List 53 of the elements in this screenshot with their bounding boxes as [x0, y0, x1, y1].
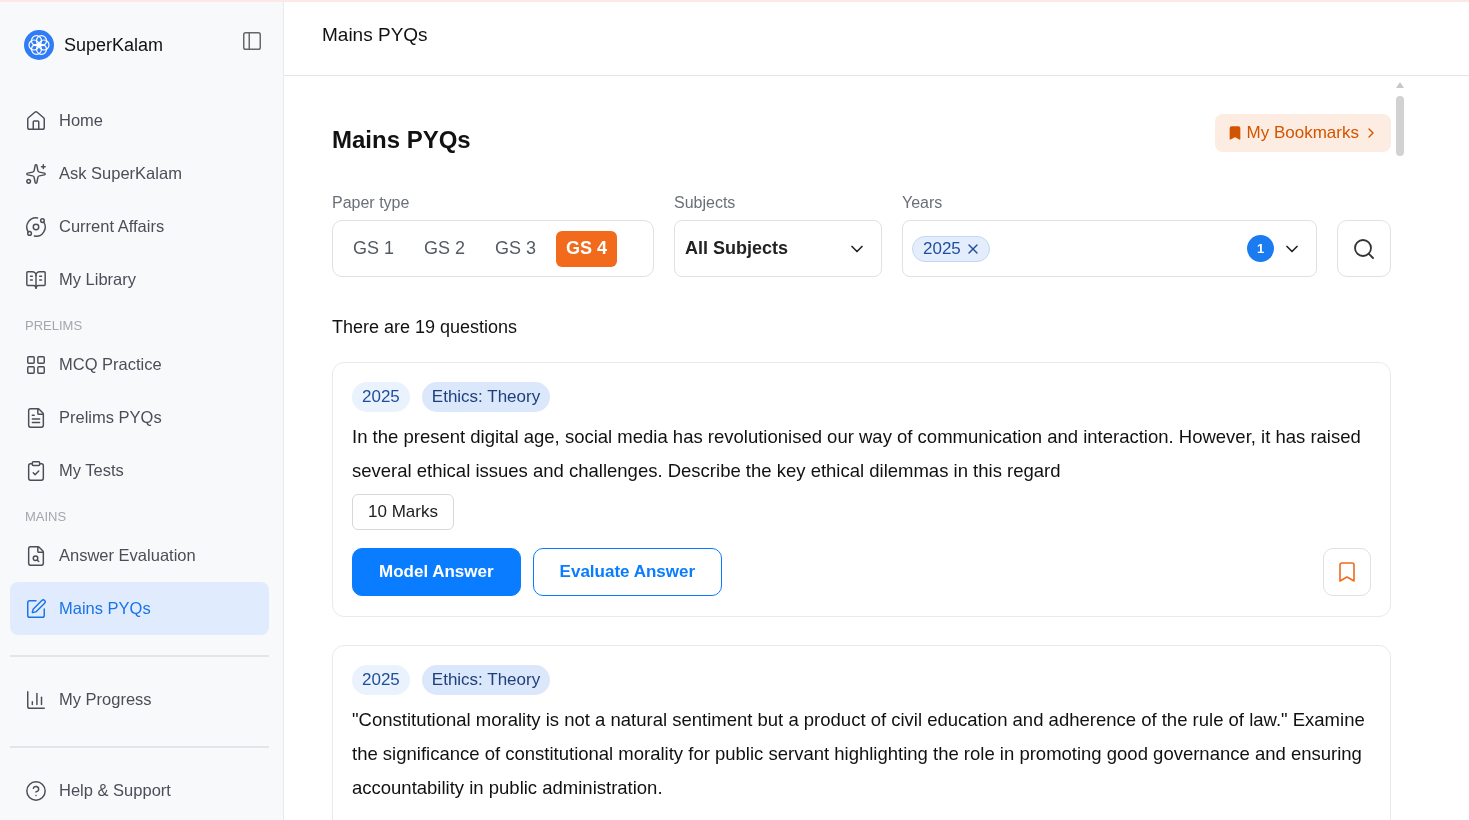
paper-type-option[interactable]: GS 3: [485, 230, 547, 267]
clipboard-check-icon: [25, 459, 47, 482]
sidebar-toggle-icon[interactable]: [241, 30, 263, 52]
year-tag: 2025: [352, 382, 410, 412]
page-title: Mains PYQs: [332, 126, 471, 154]
bar-chart-icon: [25, 688, 47, 711]
nav-item[interactable]: My Progress: [10, 673, 269, 726]
nav-item[interactable]: My Tests: [10, 444, 269, 497]
header-title: Mains PYQs: [322, 23, 428, 46]
edit-icon: [25, 597, 47, 620]
question-text: "Constitutional morality is not a natural sentiment but a product of civil education and adherence of the rule of law." Examine the significance of constitutional morality for public servant highlighting the role in promoting good governance and ensuring accountability in public administration.: [352, 708, 1366, 800]
nav-item[interactable]: Ask SuperKalam: [10, 147, 269, 200]
nav-item[interactable]: MCQ Practice: [10, 338, 269, 391]
logo-icon: [24, 30, 54, 60]
scrollbar-drawing[interactable]: [1395, 82, 1405, 158]
file-search-icon: [25, 544, 47, 567]
nav-item[interactable]: Prelims PYQs: [10, 391, 269, 444]
evaluate-answer-button[interactable]: Evaluate Answer: [532, 548, 723, 596]
question-text: In the present digital age, social media has revolutionised our way of communication and interaction. However, it has raised several ethical issues and challenges. Describe the key ethical dilemmas in this regard: [352, 425, 1362, 483]
year-chip[interactable]: 2025: [912, 235, 990, 262]
marks-tag: 10 Marks: [352, 494, 454, 530]
book-icon: [25, 268, 47, 291]
selected-count-badge: 1: [1247, 235, 1274, 262]
section-heading: MAINS: [24, 508, 68, 526]
model-answer-button[interactable]: Model Answer: [352, 548, 521, 596]
grid-icon: [25, 353, 47, 376]
subjects-dropdown[interactable]: All Subjects: [674, 220, 882, 277]
nav-item[interactable]: Current Affairs: [10, 200, 269, 253]
question-count: There are 19 questions: [332, 317, 519, 338]
field-label: Years: [902, 194, 944, 212]
home-icon: [25, 109, 47, 132]
paper-type-option[interactable]: GS 1: [343, 230, 405, 267]
search-button[interactable]: [1337, 220, 1391, 277]
search-icon: [1352, 236, 1376, 261]
year-tag: 2025: [352, 665, 410, 695]
help-icon: [25, 779, 47, 802]
field-label: Paper type: [332, 194, 411, 212]
nav-item[interactable]: Answer Evaluation: [10, 529, 269, 582]
document-icon: [25, 406, 47, 429]
paper-type-option[interactable]: GS 2: [414, 230, 476, 267]
topic-tag: Ethics: Theory: [421, 382, 551, 412]
nav-item[interactable]: Help & Support: [10, 764, 269, 817]
nav-item[interactable]: Home: [10, 94, 269, 147]
section-heading: PRELIMS: [24, 317, 84, 335]
nav-item[interactable]: Mains PYQs: [10, 582, 269, 635]
sparkles-icon: [25, 162, 47, 185]
years-dropdown[interactable]: 2025 1: [902, 220, 1317, 277]
bookmarks-button[interactable]: My Bookmarks: [1214, 114, 1391, 152]
brand-name: SuperKalam: [64, 34, 164, 56]
topic-tag: Ethics: Theory: [421, 665, 551, 695]
orbit-icon: [25, 215, 47, 238]
nav-item[interactable]: My Library: [10, 253, 269, 306]
field-label: Subjects: [674, 194, 737, 212]
